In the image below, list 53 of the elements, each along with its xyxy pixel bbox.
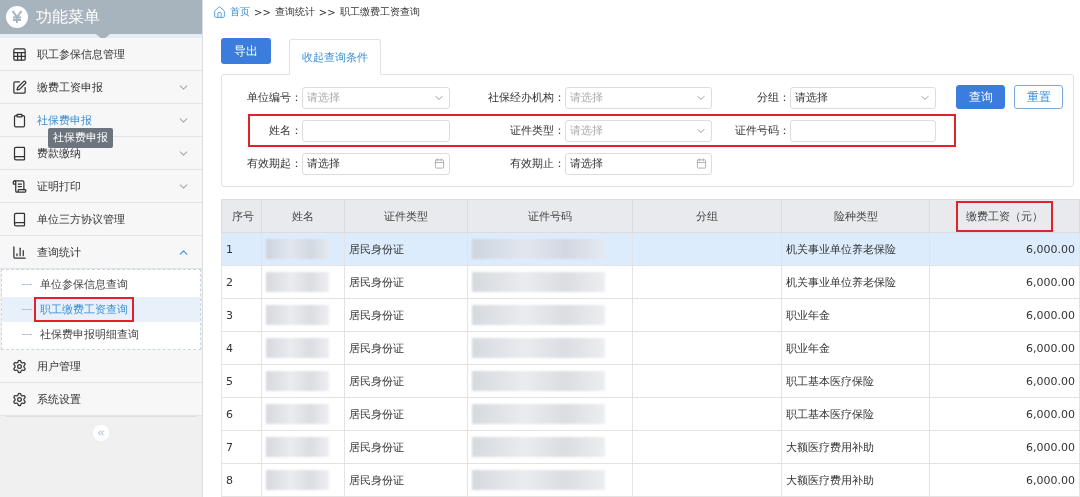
table-cell: 机关事业单位养老保险 [781,265,930,299]
column-header: 缴费工资（元） [929,199,1080,233]
table-cell: 6 [221,397,262,431]
table-cell: 6,000.00 [929,397,1080,431]
table-cell: 4 [221,331,262,365]
table-cell: 大额医疗费用补助 [781,463,930,497]
breadcrumb-item: 职工缴费工资查询 [339,5,420,19]
breadcrumb-item: 查询统计 [274,5,315,19]
filter-label: 社保经办机构： [487,90,565,105]
table-cell: 6,000.00 [929,298,1080,332]
table-cell: 5 [221,364,262,398]
table-cell: 8 [221,463,262,497]
table-cell: 大额医疗费用补助 [781,430,930,464]
column-header: 险种类型 [781,199,930,233]
sidebar-title: 功能菜单 [36,6,100,28]
table-cell: 6,000.00 [929,430,1080,464]
filter-label: 分组： [756,90,790,105]
breadcrumb-separator: >> [318,6,336,18]
table-cell: 6,000.00 [929,364,1080,398]
table-cell: 6,000.00 [929,232,1080,266]
table-cell: 职工基本医疗保险 [781,397,930,431]
table-cell: 职业年金 [781,331,930,365]
column-header: 证件号码 [467,199,633,233]
table-cell: 6,000.00 [929,265,1080,299]
table-cell: 2 [221,265,262,299]
filter-label: 证件类型： [509,123,565,138]
table-cell: 机关事业单位养老保险 [781,232,930,266]
breadcrumb-separator: >> [254,6,271,18]
filter-label: 单位编号： [246,90,302,105]
filter-label: 有效期止： [509,156,565,171]
table-cell: 居民身份证 [344,397,468,431]
table-cell: 1 [221,232,262,266]
filter-label: 有效期起： [246,156,302,171]
table-cell: 6,000.00 [929,463,1080,497]
column-header: 序号 [221,199,262,233]
table-cell: 7 [221,430,262,464]
filter-label: 证件号码： [734,123,790,138]
table-cell: 职工基本医疗保险 [781,364,930,398]
table-cell: 3 [221,298,262,332]
table-cell: 居民身份证 [344,364,468,398]
table-cell: 居民身份证 [344,331,468,365]
table-cell: 居民身份证 [344,265,468,299]
tooltip: 社保费申报 [48,128,113,148]
table-cell: 居民身份证 [344,232,468,266]
table-cell: 职业年金 [781,298,930,332]
column-header: 分组 [632,199,782,233]
column-header: 证件类型 [344,199,468,233]
table-cell: 居民身份证 [344,463,468,497]
column-header: 姓名 [261,199,345,233]
table-cell: 居民身份证 [344,298,468,332]
table-cell: 6,000.00 [929,331,1080,365]
table-cell: 居民身份证 [344,430,468,464]
filter-label: 姓名： [268,123,302,138]
